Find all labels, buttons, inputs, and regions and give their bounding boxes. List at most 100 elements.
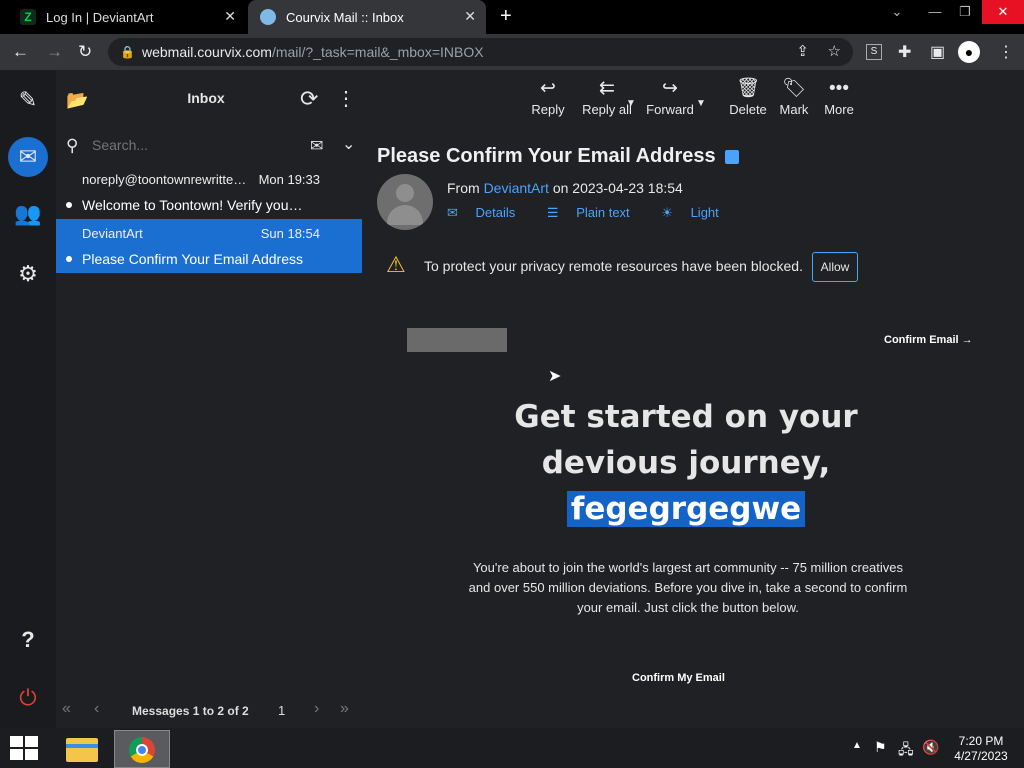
side-panel-icon[interactable]: ▣ [930, 42, 945, 62]
compose-icon[interactable]: ✎ [12, 84, 44, 116]
help-icon[interactable]: ? [12, 624, 44, 656]
chrome-taskbar-icon[interactable] [114, 730, 170, 768]
courvix-favicon-icon [260, 9, 276, 25]
light-mode-link[interactable]: ☀ Light [661, 205, 732, 220]
list-header: 📂 Inbox ⟳ ⋮ [56, 70, 366, 128]
date-prefix: on [552, 180, 569, 196]
mail-icon[interactable]: ✉ [8, 137, 48, 177]
forward-dropdown-icon[interactable]: ▼ [696, 98, 706, 109]
message-date: Sun 18:54 [260, 226, 320, 241]
address-bar[interactable]: 🔒 webmail.courvix.com/mail/?_task=mail&_… [108, 38, 853, 66]
more-button[interactable]: ••• More [809, 78, 869, 117]
settings-icon[interactable]: ⚙ [12, 258, 44, 290]
plain-text-label: Plain text [576, 205, 630, 220]
browser-tab-bar: Z Log In | DeviantArt ✕ Courvix Mail :: … [0, 0, 1024, 34]
reload-icon[interactable]: ↻ [78, 42, 92, 62]
list-options-icon[interactable]: ⋮ [336, 86, 356, 111]
nav-rail: ✎ ✉ 👥 ⚙ ? ⏻ [0, 70, 56, 728]
from-prefix: From [447, 180, 480, 196]
logout-icon[interactable]: ⏻ [12, 682, 44, 714]
close-tab-icon[interactable]: ✕ [224, 8, 236, 25]
file-explorer-icon[interactable] [58, 730, 114, 768]
page-number[interactable]: 1 [278, 703, 285, 718]
message-subject: Welcome to Toontown! Verify your email [82, 197, 304, 213]
action-center-flag-icon[interactable]: ⚑ [874, 739, 887, 756]
open-in-new-window-icon[interactable] [725, 149, 740, 164]
pager: « ‹ Messages 1 to 2 of 2 1 › » [56, 698, 366, 724]
show-hidden-icons-icon[interactable]: ▲ [852, 740, 862, 751]
tab-title: Log In | DeviantArt [46, 9, 154, 25]
username-highlight: fegegrgegwe [566, 491, 806, 527]
message-view: ↩ Reply ⇇ Reply all ▼ ↪ Forward ▼ 🗑 Dele… [366, 70, 1024, 728]
bookmark-star-icon[interactable]: ☆ [828, 38, 841, 66]
window-close-icon[interactable]: ✕ [982, 0, 1024, 24]
search-icon[interactable]: ⚲ [66, 136, 78, 156]
message-row-selected[interactable]: DeviantArt Sun 18:54 Please Confirm Your… [56, 219, 362, 273]
message-subject-heading: Please Confirm Your Email Address [377, 145, 740, 168]
restore-icon[interactable]: ❐ [948, 0, 982, 24]
header-links: ✉ Details ☰ Plain text ☀ Light [447, 205, 747, 221]
back-icon[interactable]: ← [12, 42, 29, 62]
clock-date: 4/27/2023 [954, 749, 1008, 763]
subject-text: Please Confirm Your Email Address [377, 145, 716, 167]
webmail-app: ✎ ✉ 👥 ⚙ ? ⏻ 📂 Inbox ⟳ ⋮ ⚲ ✉ ⌄ noreply@to… [0, 70, 1024, 728]
last-page-icon[interactable]: » [340, 700, 349, 718]
details-link[interactable]: ✉ Details [447, 205, 529, 220]
envelope-filter-icon[interactable]: ✉ [310, 136, 323, 156]
headline-line-2: devious journey, [541, 445, 831, 481]
network-icon[interactable]: 🖧 [898, 739, 914, 763]
prev-page-icon[interactable]: ‹ [94, 700, 99, 718]
new-tab-icon[interactable]: + [500, 5, 512, 28]
url-path: /mail/?_task=mail&_mbox=INBOX [271, 44, 484, 60]
contacts-icon[interactable]: 👥 [12, 198, 44, 230]
system-clock[interactable]: 7:20 PM 4/27/2023 [948, 734, 1014, 764]
message-subject: Please Confirm Your Email Address [82, 251, 303, 267]
lock-icon[interactable]: 🔒 [120, 38, 135, 66]
message-from: noreply@toontownrewritten.com [82, 172, 252, 187]
tab-search-icon[interactable]: ⌄ [880, 0, 914, 24]
url-host: webmail.courvix.com [142, 44, 272, 60]
share-icon[interactable]: ⇪ [796, 38, 809, 66]
minimize-icon[interactable]: — [918, 0, 952, 24]
reply-all-dropdown-icon[interactable]: ▼ [626, 98, 636, 109]
reply-button[interactable]: ↩ Reply [518, 78, 578, 117]
forward-button[interactable]: ↪ Forward [640, 78, 700, 117]
unread-dot-icon [66, 202, 72, 208]
tab-courvix-inbox[interactable]: Courvix Mail :: Inbox ✕ [248, 0, 486, 34]
allow-remote-button[interactable]: Allow [812, 252, 858, 282]
headline-line-1: Get started on your [514, 399, 858, 435]
windows-start-icon[interactable] [10, 736, 38, 760]
envelope-icon: ✉ [447, 205, 458, 220]
refresh-icon[interactable]: ⟳ [300, 86, 318, 112]
plain-text-link[interactable]: ☰ Plain text [547, 205, 644, 220]
confirm-email-link-top[interactable]: Confirm Email → [884, 334, 973, 346]
volume-muted-icon[interactable]: 🔇 [922, 739, 939, 756]
search-bar: ⚲ ✉ ⌄ [64, 134, 364, 160]
browser-menu-icon[interactable]: ⋮ [998, 42, 1014, 62]
extensions-puzzle-icon[interactable]: ✚ [898, 42, 911, 62]
more-label: More [824, 102, 854, 117]
warning-text: To protect your privacy remote resources… [424, 258, 803, 274]
sender-link[interactable]: DeviantArt [484, 180, 549, 196]
sender-avatar [377, 174, 433, 230]
extension-s-icon[interactable]: S [866, 44, 882, 60]
blocked-logo-image [407, 328, 507, 352]
tab-title: Courvix Mail :: Inbox [286, 9, 404, 25]
message-date: Mon 19:33 [258, 172, 320, 187]
close-tab-icon[interactable]: ✕ [464, 8, 476, 25]
next-page-icon[interactable]: › [314, 700, 319, 718]
forward-icon[interactable]: → [46, 42, 63, 62]
reply-icon: ↩ [540, 78, 556, 99]
tab-deviantart-login[interactable]: Z Log In | DeviantArt ✕ [8, 0, 246, 34]
from-line: From DeviantArt on 2023-04-23 18:54 [447, 180, 683, 196]
confirm-my-email-button[interactable]: Confirm My Email [632, 672, 725, 684]
mouse-cursor-icon: ➤ [548, 368, 562, 385]
message-row[interactable]: noreply@toontownrewritten.com Mon 19:33 … [56, 165, 362, 219]
search-input[interactable] [92, 137, 292, 153]
profile-avatar-icon[interactable]: ● [958, 41, 980, 63]
windows-taskbar: ▲ ⚑ 🖧 🔇 7:20 PM 4/27/2023 [0, 728, 1024, 768]
chevron-down-icon[interactable]: ⌄ [342, 134, 355, 154]
message-list-pane: 📂 Inbox ⟳ ⋮ ⚲ ✉ ⌄ noreply@toontownrewrit… [56, 70, 366, 728]
warning-icon: ⚠ [386, 252, 406, 277]
first-page-icon[interactable]: « [62, 700, 71, 718]
